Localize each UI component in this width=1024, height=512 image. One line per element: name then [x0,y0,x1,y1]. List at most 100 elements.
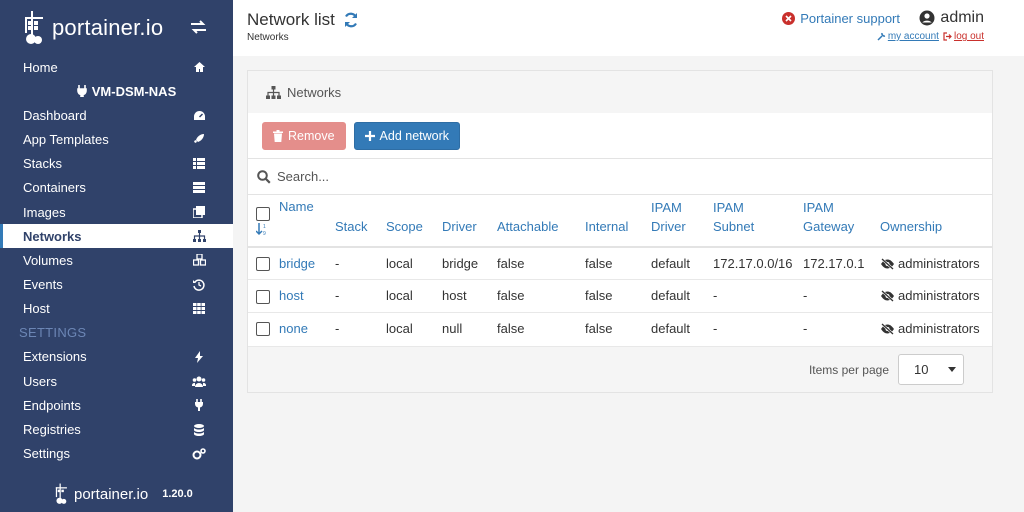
column-header-ipam-subnet[interactable]: IPAM Subnet [713,195,803,247]
sidebar-item-extensions[interactable]: Extensions [0,345,233,369]
sidebar-item-label: Images [23,204,66,220]
column-header-label: IPAM [651,200,682,215]
network-name-link[interactable]: host [279,288,304,303]
sidebar-item-volumes[interactable]: Volumes [0,248,233,272]
sidebar-item-networks[interactable]: Networks [0,224,233,249]
tachometer-icon [192,108,206,122]
network-name-link[interactable]: none [279,321,308,336]
settings-section-title: SETTINGS [19,325,87,341]
portainer-logo[interactable]: portainer.io [22,9,163,47]
cogs-icon [192,447,206,461]
sidebar-item-app-templates[interactable]: App Templates [0,127,233,151]
sidebar-item-users[interactable]: Users [0,369,233,393]
column-header-attachable[interactable]: Attachable [497,195,585,247]
column-header-label: Subnet [713,219,755,234]
sidebar-item-stacks[interactable]: Stacks [0,152,233,176]
networks-panel: Networks Remove Add network Search... 1 … [247,70,993,393]
sidebar-item-containers[interactable]: Containers [0,176,233,200]
network-name-link[interactable]: bridge [279,256,315,271]
bolt-icon [192,350,206,364]
cell-stack: - [335,247,386,280]
ownership-label: administrators [898,321,980,336]
row-select-cell [248,312,279,345]
column-header-label: Scope [386,219,423,234]
my-account-label: my account [887,31,939,42]
page-title-text: Network list [247,10,335,29]
row-select-cell [248,279,279,313]
sidebar-item-host[interactable]: Host [0,297,233,321]
cell-ownership: administrators [880,247,992,280]
ownership-label: administrators [898,256,980,271]
sidebar-item-label: Volumes [23,252,73,268]
sidebar-item-settings[interactable]: Settings [0,442,233,466]
row-checkbox[interactable] [256,322,270,337]
trash-icon [273,129,283,142]
column-header-ipam-driver[interactable]: IPAM Driver [651,195,713,247]
cell-ownership: administrators [880,279,992,313]
remove-button[interactable]: Remove [262,121,346,150]
sidebar-item-label: Endpoints [23,397,81,413]
column-header-name[interactable]: Name [279,195,335,247]
cubes-icon [192,253,206,267]
sidebar-item-registries[interactable]: Registries [0,417,233,441]
user-links: my account log out [877,31,984,42]
select-all-checkbox[interactable] [256,207,270,221]
sidebar-item-endpoints[interactable]: Endpoints [0,393,233,417]
cell-name: host [279,279,335,313]
sign-out-icon [943,32,952,41]
sort-numeric-asc-icon[interactable]: 19 [256,223,268,236]
column-header-label: Internal [585,219,629,234]
sidebar-item-dashboard[interactable]: Dashboard [0,103,233,127]
logout-link[interactable]: log out [943,31,984,42]
sidebar-toggle-icon[interactable] [190,19,207,38]
column-header-driver[interactable]: Driver [442,195,497,247]
sidebar-item-images[interactable]: Images [0,200,233,224]
remove-label: Remove [288,128,335,143]
sidebar-item-home[interactable]: Home [0,55,233,79]
table-row: host - local host false false default - … [248,279,992,313]
column-header-ownership[interactable]: Ownership [880,195,992,247]
add-network-label: Add network [379,128,450,143]
my-account-link[interactable]: my account [877,31,939,42]
th-icon [192,302,206,316]
endpoint-label: VM-DSM-NAS [91,83,177,99]
cell-scope: local [386,279,442,313]
column-header-scope[interactable]: Scope [386,195,442,247]
table-header-row: 19 Name Stack Scope Driver Attachable In… [248,195,992,247]
items-per-page-value: 10 [914,362,929,377]
column-header-internal[interactable]: Internal [585,195,651,247]
support-label: Portainer support [800,11,900,26]
sidebar-item-label: Registries [23,422,81,438]
column-header-stack[interactable]: Stack [335,195,386,247]
cell-driver: host [442,279,497,313]
support-link[interactable]: Portainer support [782,11,900,26]
networks-table: 19 Name Stack Scope Driver Attachable In… [248,195,992,345]
column-header-label: Name [279,199,314,214]
row-checkbox[interactable] [256,257,270,272]
brand-name: portainer.io [52,14,164,40]
search-bar [248,159,992,195]
cell-ipam-driver: default [651,321,691,336]
home-icon [192,60,206,74]
column-header-ipam-gateway[interactable]: IPAM Gateway [803,195,880,247]
column-header-label: Driver [651,219,686,234]
column-header-label: Attachable [497,219,559,234]
sidebar-item-label: Stacks [23,156,63,172]
cell-ipam-subnet: 172.17.0.0/16 [713,247,803,280]
items-per-page-select[interactable]: 10 [898,354,964,385]
search-input[interactable] [277,169,677,184]
server-icon [192,181,206,195]
endpoint-name: VM-DSM-NAS [0,79,233,103]
row-checkbox[interactable] [256,289,270,304]
cell-name: none [279,312,335,345]
cell-internal: false [585,279,651,313]
add-network-button[interactable]: Add network [353,121,461,150]
select-all-cell: 19 [248,195,279,247]
refresh-icon[interactable] [343,12,359,28]
users-icon [192,374,206,388]
cell-driver: bridge [442,247,497,280]
column-header-label: Ownership [880,219,943,234]
caret-down-icon [948,367,956,372]
sidebar-item-events[interactable]: Events [0,273,233,297]
column-header-label: Stack [335,219,368,234]
